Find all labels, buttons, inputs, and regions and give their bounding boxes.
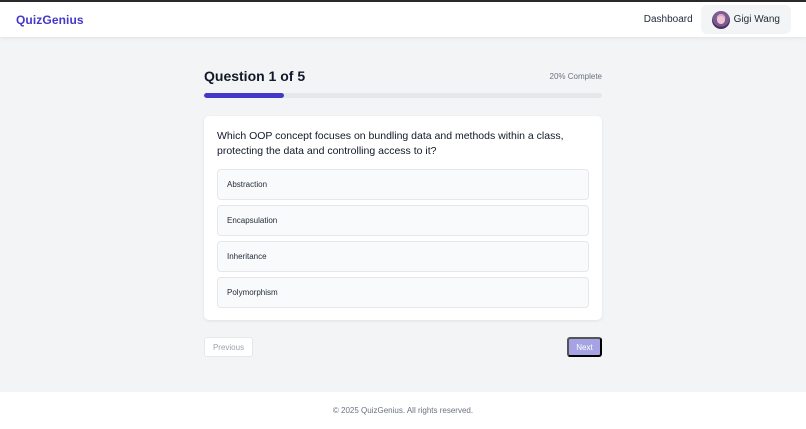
progress-bar: [204, 93, 602, 98]
nav-dashboard-link[interactable]: Dashboard: [644, 14, 693, 25]
progress-text: 20% Complete: [549, 71, 602, 81]
question-header: Question 1 of 5 20% Complete: [204, 68, 602, 84]
app-logo[interactable]: QuizGenius: [16, 13, 84, 27]
answer-option-polymorphism[interactable]: Polymorphism: [217, 277, 589, 308]
next-button[interactable]: Next: [567, 337, 602, 357]
question-title: Question 1 of 5: [204, 68, 306, 84]
answer-option-inheritance[interactable]: Inheritance: [217, 241, 589, 272]
user-menu-button[interactable]: Gigi Wang: [700, 5, 791, 34]
avatar: [711, 10, 730, 29]
progress-bar-fill: [204, 93, 284, 98]
header-nav: Dashboard Gigi Wang: [644, 5, 791, 34]
user-name: Gigi Wang: [733, 14, 780, 25]
question-text: Which OOP concept focuses on bundling da…: [217, 130, 564, 157]
answer-option-encapsulation[interactable]: Encapsulation: [217, 205, 589, 236]
answer-option-abstraction[interactable]: Abstraction: [217, 169, 589, 200]
app-header: QuizGenius Dashboard Gigi Wang: [0, 2, 806, 37]
footer-copyright: © 2025 QuizGenius. All rights reserved.: [332, 406, 474, 415]
question-card: Which OOP concept focuses on bundling da…: [204, 116, 602, 320]
avatar-face: [716, 15, 725, 24]
previous-button[interactable]: Previous: [204, 337, 253, 357]
answer-options: Abstraction Encapsulation Inheritance Po…: [217, 169, 589, 308]
page-footer: © 2025 QuizGenius. All rights reserved.: [0, 392, 806, 429]
